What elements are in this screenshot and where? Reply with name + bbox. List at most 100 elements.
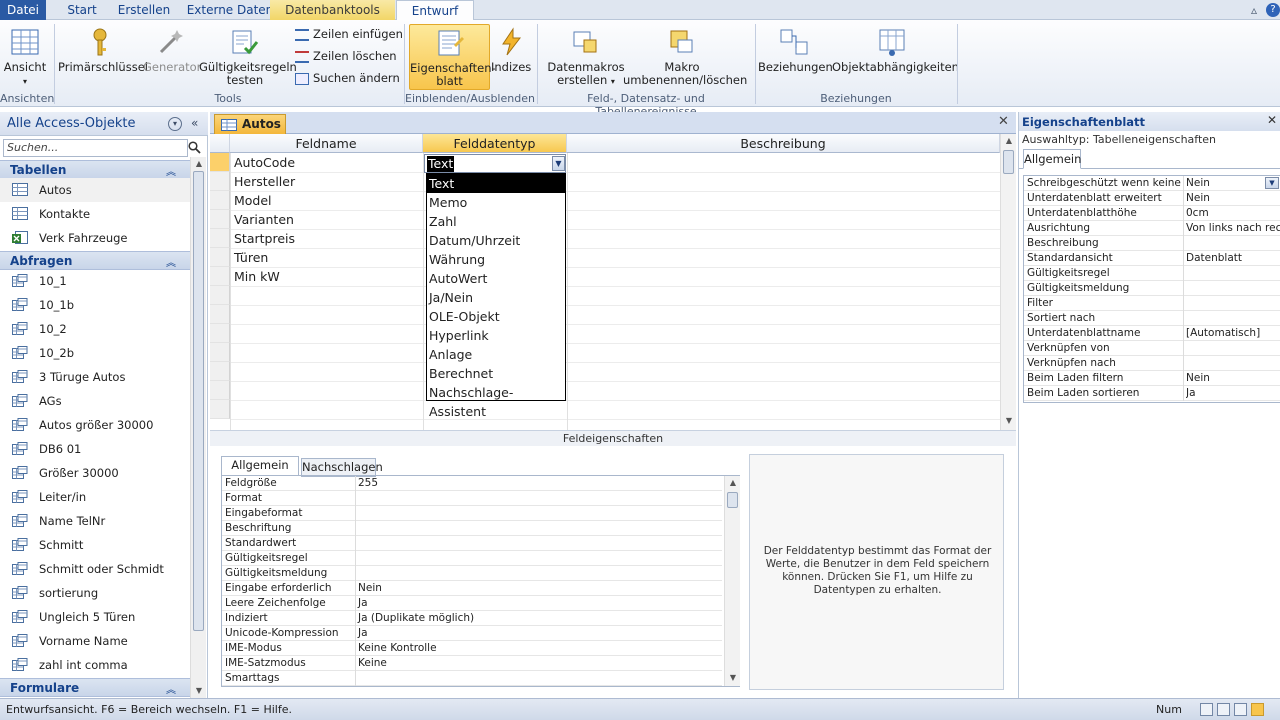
sheet-property-row[interactable]: Standardansicht Datenblatt bbox=[1024, 251, 1280, 266]
sheet-property-value[interactable]: Nein bbox=[1186, 371, 1280, 386]
sheet-property-value[interactable]: 0cm bbox=[1186, 206, 1280, 221]
nav-item-query[interactable]: sortierung bbox=[0, 581, 190, 605]
gueltigkeitsregeln-button[interactable]: Gültigkeitsregeln testen bbox=[199, 26, 297, 87]
dropdown-arrow-icon[interactable]: ▼ bbox=[1265, 177, 1279, 189]
sheet-property-row[interactable]: Verknüpfen von bbox=[1024, 341, 1280, 356]
indizes-button[interactable]: Indizes bbox=[491, 26, 531, 74]
sheet-tab-allgemein[interactable]: Allgemein bbox=[1023, 149, 1081, 169]
nav-item-query[interactable]: 3 Türuge Autos bbox=[0, 365, 190, 389]
row-selector[interactable] bbox=[210, 324, 230, 343]
generator-button[interactable]: Generator bbox=[143, 26, 201, 74]
datatype-option[interactable]: Hyperlink bbox=[427, 326, 565, 345]
close-document-icon[interactable]: ✕ bbox=[998, 114, 1009, 129]
datatype-option[interactable]: Nachschlage-Assistent bbox=[427, 383, 565, 419]
nav-item-query[interactable]: 10_2 bbox=[0, 317, 190, 341]
datasheet-view-icon[interactable] bbox=[1200, 703, 1213, 716]
nav-item-query[interactable]: 10_1b bbox=[0, 293, 190, 317]
field-name-cell[interactable]: AutoCode bbox=[234, 153, 295, 172]
row-selector[interactable] bbox=[210, 381, 230, 400]
property-row[interactable]: Smarttags bbox=[222, 671, 722, 686]
sheet-property-row[interactable]: Gültigkeitsmeldung bbox=[1024, 281, 1280, 296]
property-row[interactable]: Standardwert bbox=[222, 536, 722, 551]
nav-scrollbar[interactable]: ▲ ▼ bbox=[190, 157, 206, 698]
nav-item-table[interactable]: Verk Fahrzeuge bbox=[0, 226, 190, 250]
row-selector[interactable] bbox=[210, 286, 230, 305]
objektabhaengigkeiten-button[interactable]: Objektabhängigkeiten bbox=[832, 26, 959, 74]
collapse-section-icon[interactable]: ︽ bbox=[166, 254, 176, 269]
row-selector[interactable] bbox=[210, 305, 230, 324]
row-selector[interactable] bbox=[210, 343, 230, 362]
datenmakros-button[interactable]: Datenmakros erstellen ▾ bbox=[545, 26, 627, 88]
row-selector[interactable] bbox=[210, 172, 230, 191]
zeilen-einfuegen-button[interactable]: Zeilen einfügen bbox=[295, 25, 403, 43]
nav-item-table[interactable]: Autos bbox=[0, 178, 190, 202]
sheet-property-row[interactable]: Beim Laden sortieren Ja bbox=[1024, 386, 1280, 401]
field-name-cell[interactable]: Startpreis bbox=[234, 229, 295, 248]
sheet-property-row[interactable]: Beschreibung bbox=[1024, 236, 1280, 251]
nav-item-query[interactable]: Schmitt bbox=[0, 533, 190, 557]
search-icon[interactable] bbox=[188, 141, 202, 155]
sheet-property-value[interactable]: Ja bbox=[1186, 386, 1280, 401]
property-value[interactable]: Ja bbox=[358, 626, 368, 641]
tab-entwurf[interactable]: Entwurf bbox=[396, 0, 474, 21]
sheet-property-row[interactable]: Sortiert nach bbox=[1024, 311, 1280, 326]
property-row[interactable]: Eingabe erforderlich Nein bbox=[222, 581, 722, 596]
nav-item-query[interactable]: Schmitt oder Schmidt bbox=[0, 557, 190, 581]
property-value[interactable]: Keine bbox=[358, 656, 387, 671]
tab-datenbanktools[interactable]: Datenbanktools bbox=[270, 0, 395, 20]
nav-item-query[interactable]: 10_1 bbox=[0, 269, 190, 293]
properties-scrollbar[interactable]: ▲ ▼ bbox=[724, 476, 740, 686]
tab-externe-daten[interactable]: Externe Daten bbox=[184, 0, 276, 20]
field-name-cell[interactable]: Varianten bbox=[234, 210, 294, 229]
property-row[interactable]: Beschriftung bbox=[222, 521, 722, 536]
nav-item-table[interactable]: Kontakte bbox=[0, 202, 190, 226]
sheet-property-value[interactable]: Von links nach rechts bbox=[1186, 221, 1280, 236]
column-header-felddatentyp[interactable]: Felddatentyp bbox=[423, 134, 567, 153]
sheet-property-row[interactable]: Unterdatenblatthöhe 0cm bbox=[1024, 206, 1280, 221]
scroll-up-icon[interactable]: ▲ bbox=[1002, 134, 1016, 148]
datatype-option[interactable]: Währung bbox=[427, 250, 565, 269]
sheet-property-value[interactable]: [Automatisch] bbox=[1186, 326, 1280, 341]
scroll-up-icon[interactable]: ▲ bbox=[726, 476, 740, 490]
property-row[interactable]: IME-Modus Keine Kontrolle bbox=[222, 641, 722, 656]
row-selector[interactable] bbox=[210, 229, 230, 248]
close-property-sheet-icon[interactable]: ✕ bbox=[1267, 113, 1277, 127]
field-properties-splitter[interactable]: Feldeigenschaften bbox=[210, 430, 1016, 446]
nav-item-query[interactable]: AGs bbox=[0, 389, 190, 413]
nav-item-query[interactable]: Name TelNr bbox=[0, 509, 190, 533]
help-icon[interactable]: ? bbox=[1266, 3, 1280, 17]
row-selector[interactable] bbox=[210, 400, 230, 419]
beziehungen-button[interactable]: Beziehungen bbox=[758, 26, 833, 74]
zeilen-loeschen-button[interactable]: Zeilen löschen bbox=[295, 47, 397, 65]
tab-datei[interactable]: Datei bbox=[0, 0, 46, 20]
row-selector[interactable] bbox=[210, 153, 230, 172]
design-view-icon[interactable] bbox=[1251, 703, 1264, 716]
document-tab-autos[interactable]: Autos bbox=[214, 114, 286, 134]
scroll-thumb[interactable] bbox=[1003, 150, 1014, 174]
datatype-option[interactable]: Berechnet bbox=[427, 364, 565, 383]
nav-item-query[interactable]: Ungleich 5 Türen bbox=[0, 605, 190, 629]
datatype-option[interactable]: Memo bbox=[427, 193, 565, 212]
field-name-cell[interactable]: Model bbox=[234, 191, 272, 210]
sheet-property-row[interactable]: Filter bbox=[1024, 296, 1280, 311]
property-row[interactable]: Unicode-Kompression Ja bbox=[222, 626, 722, 641]
row-selector[interactable] bbox=[210, 248, 230, 267]
nav-item-query[interactable]: Autos größer 30000 bbox=[0, 413, 190, 437]
field-name-cell[interactable]: Min kW bbox=[234, 267, 280, 286]
sheet-property-row[interactable]: Ausrichtung Von links nach rechts bbox=[1024, 221, 1280, 236]
property-value[interactable]: Nein bbox=[358, 581, 382, 596]
row-selector[interactable] bbox=[210, 210, 230, 229]
property-row[interactable]: Feldgröße 255 bbox=[222, 476, 722, 491]
sheet-property-row[interactable]: Schreibgeschützt wenn keine VerbindungNe… bbox=[1024, 176, 1280, 191]
nav-item-query[interactable]: Leiter/in bbox=[0, 485, 190, 509]
property-value[interactable]: 255 bbox=[358, 476, 378, 491]
pivotchart-view-icon[interactable] bbox=[1234, 703, 1247, 716]
datatype-option[interactable]: AutoWert bbox=[427, 269, 565, 288]
property-value[interactable]: Keine Kontrolle bbox=[358, 641, 437, 656]
sheet-property-value[interactable]: Datenblatt bbox=[1186, 251, 1280, 266]
datatype-option[interactable]: Anlage bbox=[427, 345, 565, 364]
eigenschaftenblatt-button[interactable]: Eigenschaften-blatt bbox=[409, 24, 496, 90]
datatype-option[interactable]: Zahl bbox=[427, 212, 565, 231]
property-row[interactable]: Format bbox=[222, 491, 722, 506]
grid-scrollbar[interactable]: ▲ ▼ bbox=[1000, 134, 1016, 430]
